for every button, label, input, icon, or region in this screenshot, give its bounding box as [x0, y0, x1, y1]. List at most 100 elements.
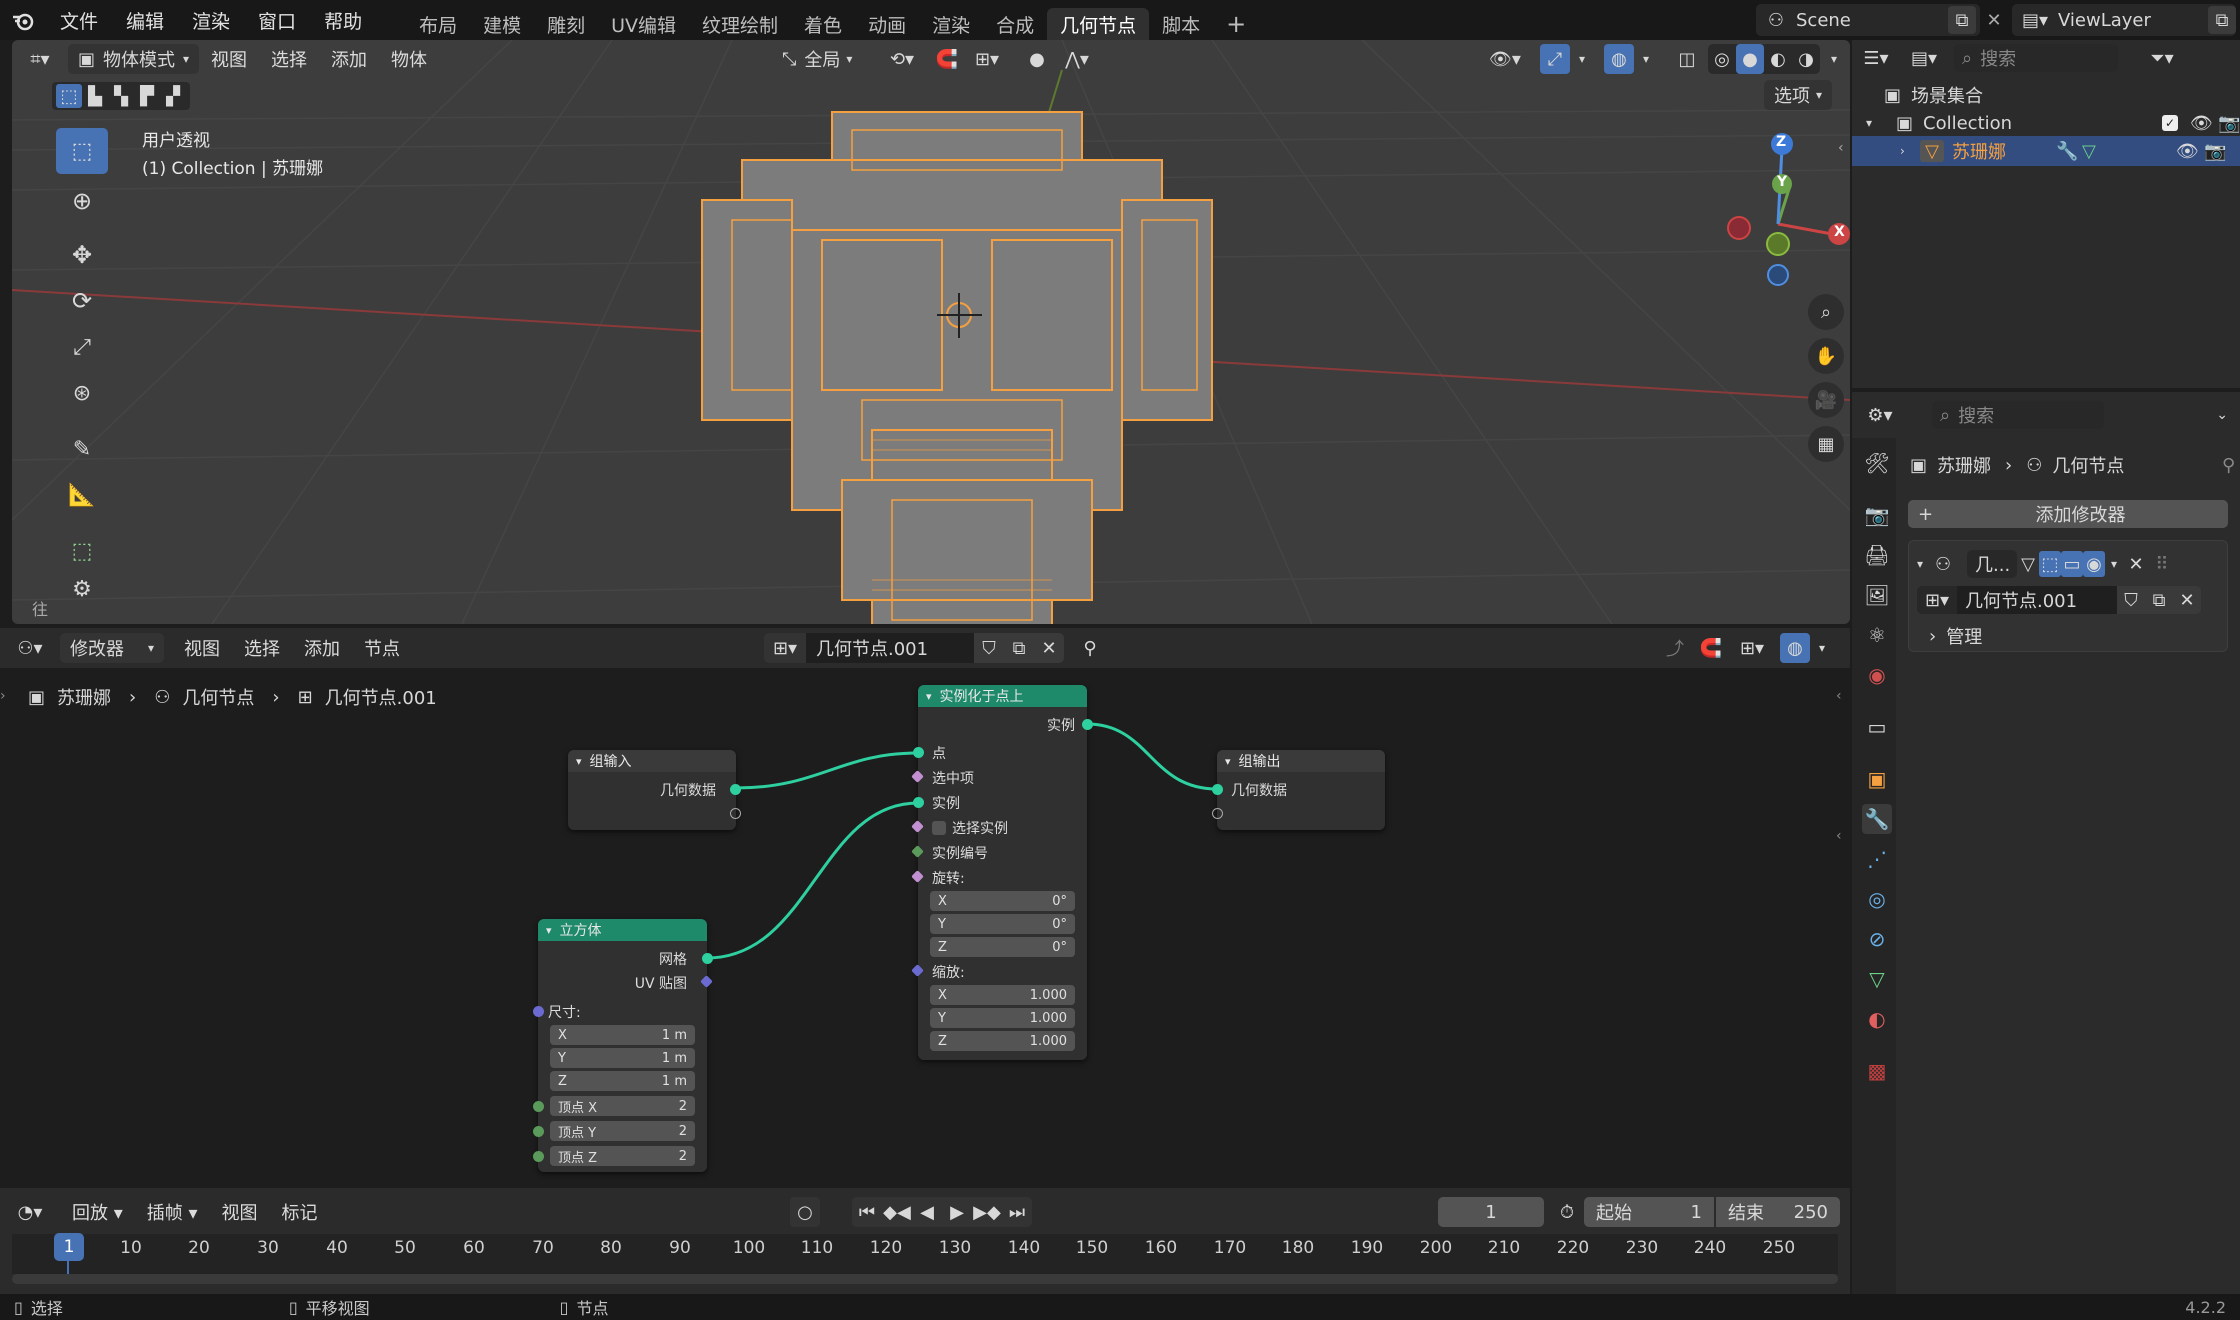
particles-tab-icon[interactable]: ⋰ — [1862, 844, 1892, 874]
vertices-x-socket[interactable] — [533, 1101, 544, 1112]
end-frame-field[interactable]: 结束 250 — [1716, 1197, 1840, 1227]
rotation-y-field[interactable]: Y 0° — [930, 914, 1075, 934]
node-menu-add[interactable]: 添加 — [292, 635, 352, 661]
object-row[interactable]: › ▽ 苏珊娜 🔧 ▽ 👁 📷 — [1852, 136, 2240, 166]
view-layer-tab-icon[interactable]: 🖼 — [1862, 580, 1892, 610]
tab-layout[interactable]: 布局 — [406, 8, 470, 40]
chevron-down-icon[interactable]: ▾ — [1917, 557, 1935, 571]
drag-handle-icon[interactable]: ⠿ — [2149, 551, 2175, 577]
chevron-down-icon[interactable]: ▾ — [1636, 44, 1656, 74]
timeline-view-menu[interactable]: 视图 — [210, 1199, 270, 1225]
chevron-down-icon[interactable]: ▾ — [546, 924, 552, 937]
exclude-checkbox[interactable]: ✓ — [2162, 115, 2178, 131]
collection-row[interactable]: ▾ ▣ Collection ✓ 👁 📷 — [1866, 108, 2240, 138]
chevron-down-icon[interactable]: ▾ — [1824, 44, 1844, 74]
select-subtract-icon[interactable]: ▚ — [108, 84, 134, 108]
new-viewlayer-icon[interactable]: ⧉ — [2208, 6, 2236, 34]
unlink-icon[interactable]: ✕ — [2173, 586, 2201, 614]
overlay-toggle-icon[interactable]: ◍ — [1604, 44, 1634, 74]
chevron-right-icon[interactable]: › — [0, 688, 6, 704]
chevron-down-icon[interactable]: ▾ — [926, 690, 932, 703]
chevron-down-icon[interactable]: ▾ — [1866, 116, 1886, 130]
snap-target-icon[interactable]: ⊞▾ — [967, 44, 1007, 74]
collection-tab-icon[interactable]: ▭ — [1862, 712, 1892, 742]
instances-output-socket[interactable] — [1082, 719, 1093, 730]
empty-input-socket[interactable] — [1212, 808, 1223, 819]
rotation-x-field[interactable]: X 0° — [930, 891, 1075, 911]
node-group-field[interactable]: 几何节点.001 — [1957, 586, 2117, 614]
tab-scripting[interactable]: 脚本 — [1149, 8, 1213, 40]
tab-compositing[interactable]: 合成 — [983, 8, 1047, 40]
stopwatch-icon[interactable]: ⏱ — [1552, 1197, 1582, 1227]
viewport-menu-object[interactable]: 物体 — [379, 46, 439, 72]
next-keyframe-icon[interactable]: ▶◆ — [972, 1197, 1002, 1227]
size-y-field[interactable]: Y 1 m — [550, 1048, 695, 1068]
viewport-menu-select[interactable]: 选择 — [259, 46, 319, 72]
new-scene-icon[interactable]: ⧉ — [1948, 6, 1976, 34]
keying-menu[interactable]: 插帧 ▾ — [135, 1199, 210, 1225]
fake-user-shield-icon[interactable]: ⛉ — [974, 633, 1004, 663]
chevron-down-icon[interactable]: ▾ — [1225, 755, 1231, 768]
rotate-tool-icon[interactable]: ⟳ — [56, 278, 108, 324]
group-input-header[interactable]: ▾ 组输入 — [568, 750, 736, 772]
jump-end-icon[interactable]: ⏭ — [1002, 1197, 1032, 1227]
record-icon[interactable]: ○ — [790, 1197, 820, 1227]
world-tab-icon[interactable]: ◉ — [1862, 660, 1892, 690]
pin-icon[interactable]: ⚲ — [1070, 633, 1110, 663]
scale-z-field[interactable]: Z 1.000 — [930, 1031, 1075, 1051]
output-tab-icon[interactable]: 🖨 — [1862, 540, 1892, 570]
size-z-field[interactable]: Z 1 m — [550, 1071, 695, 1091]
menu-edit[interactable]: 编辑 — [112, 7, 178, 34]
geometry-input-socket[interactable] — [1212, 784, 1223, 795]
add-workspace-icon[interactable]: + — [1213, 8, 1259, 40]
properties-editor-icon[interactable]: ⚙▾ — [1852, 400, 1908, 430]
scene-collection-row[interactable]: ▣ 场景集合 — [1884, 80, 1983, 110]
zoom-icon[interactable]: ⌕ — [1808, 294, 1844, 330]
object-tab-icon[interactable]: ▣ — [1862, 764, 1892, 794]
playback-menu[interactable]: 回放 ▾ — [60, 1199, 135, 1225]
tool-tab-icon[interactable]: 🛠 — [1862, 448, 1892, 478]
group-input-node[interactable]: ▾ 组输入 几何数据 — [568, 750, 741, 830]
select-new-icon[interactable]: ⬚ — [56, 84, 82, 108]
snap-icon[interactable]: 🧲 — [932, 44, 962, 74]
editor-type-icon[interactable]: ⌗▾ — [12, 44, 68, 74]
unlink-icon[interactable]: ✕ — [1034, 633, 1064, 663]
tab-geometry-nodes[interactable]: 几何节点 — [1047, 8, 1150, 40]
tab-shading[interactable]: 着色 — [791, 8, 855, 40]
parent-node-tree-icon[interactable]: ⤴ — [1660, 633, 1690, 663]
jump-start-icon[interactable]: ⏮ — [852, 1197, 882, 1227]
vertices-z-socket[interactable] — [533, 1151, 544, 1162]
material-tab-icon[interactable]: ◐ — [1862, 1004, 1892, 1034]
mode-dropdown[interactable]: ▣ 物体模式 ▾ — [68, 44, 200, 74]
viewport-display-icon[interactable]: ▭ — [2061, 551, 2083, 577]
instance-on-points-node[interactable]: ▾ 实例化于点上 实例 点 选中项 实例 选择实例 实例编号 旋转: X 0° Y… — [911, 685, 1093, 1060]
select-intersect-icon[interactable]: ▞ — [160, 84, 186, 108]
manage-subpanel[interactable]: › 管理 — [1929, 621, 1982, 651]
3d-viewport[interactable]: ⌗▾ ▣ 物体模式 ▾ 视图 选择 添加 物体 ⤡ 全局 ▾ ⟲▾ 🧲 ⊞▾ ●… — [12, 40, 1850, 624]
gizmo-toggle-icon[interactable]: ⤢ — [1540, 44, 1570, 74]
prev-keyframe-icon[interactable]: ◆◀ — [882, 1197, 912, 1227]
select-box-tool-icon[interactable]: ⬚ — [56, 128, 108, 174]
visibility-icon[interactable]: 👁▾ — [1482, 44, 1528, 74]
data-tab-icon[interactable]: ▽ — [1862, 964, 1892, 994]
eye-icon[interactable]: 👁 — [2176, 141, 2199, 162]
play-reverse-icon[interactable]: ◀ — [912, 1197, 942, 1227]
node-editor-type-icon[interactable]: ⚇▾ — [0, 633, 60, 663]
modifier-wrench-icon[interactable]: 🔧 — [2056, 141, 2078, 162]
cursor-tool-icon[interactable]: ⊕ — [56, 178, 108, 224]
node-group-field[interactable]: 几何节点.001 — [806, 633, 974, 663]
group-output-header[interactable]: ▾ 组输出 — [1217, 750, 1385, 772]
size-x-field[interactable]: X 1 m — [550, 1025, 695, 1045]
empty-output-socket[interactable] — [730, 808, 741, 819]
pan-hand-icon[interactable]: ✋ — [1808, 338, 1844, 374]
tab-rendering[interactable]: 渲染 — [919, 8, 983, 40]
mesh-output-socket[interactable] — [702, 953, 713, 964]
viewlayer-selector[interactable]: ▤▾ ViewLayer ⧉ — [2012, 4, 2236, 36]
duplicate-icon[interactable]: ⧉ — [1004, 633, 1034, 663]
close-icon[interactable]: ✕ — [2123, 551, 2149, 577]
node-tree-icon[interactable]: ⊞▾ — [1917, 586, 1957, 614]
current-frame-field[interactable]: 1 — [1438, 1197, 1544, 1227]
tab-sculpting[interactable]: 雕刻 — [534, 8, 598, 40]
group-output-node[interactable]: ▾ 组输出 几何数据 — [1212, 750, 1385, 830]
extra-tool-icon[interactable]: ⚙ — [56, 574, 108, 604]
